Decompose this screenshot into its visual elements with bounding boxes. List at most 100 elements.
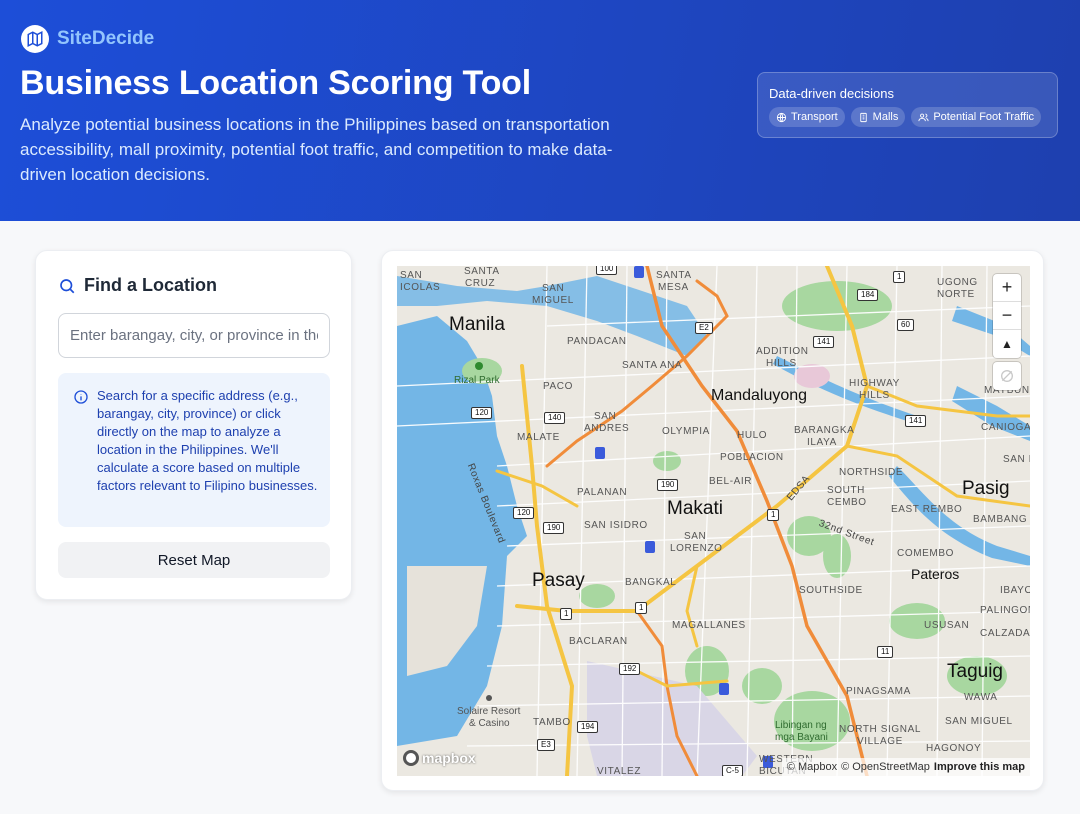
road-shield: 190 — [657, 479, 679, 491]
map-label-small: BAMBANG — [973, 514, 1028, 525]
mapbox-logo[interactable]: mapbox — [403, 750, 476, 766]
map-label-small: ANDRES — [584, 423, 630, 434]
map-label-small: WAWA — [964, 692, 998, 703]
road-shield: 120 — [471, 407, 493, 419]
find-location-panel: Find a Location Search for a specific ad… — [35, 250, 352, 600]
info-box: Search for a specific address (e.g., bar… — [58, 373, 330, 527]
map-label-small: HILLS — [766, 358, 797, 369]
map-label-small: EAST REMBO — [891, 504, 963, 515]
map-logo-icon — [21, 25, 49, 53]
road-shield: 140 — [544, 412, 566, 424]
map-label-small: SANTA — [656, 270, 692, 281]
road-shield: 190 — [543, 522, 565, 534]
road-shield: E3 — [537, 739, 555, 751]
road-shield: 100 — [596, 266, 618, 275]
map-label-pateros: Pateros — [911, 566, 960, 582]
map-label-makati: Makati — [667, 498, 723, 519]
map-label-small: HIGHWAY — [849, 378, 900, 389]
zoom-controls: + − ▲ — [993, 274, 1021, 358]
map-card: Manila Makati Pasay Mandaluyong Pasig Ta… — [381, 250, 1044, 791]
map-label-small: NORTH SIGNAL — [839, 724, 922, 735]
road-shield: 141 — [905, 415, 927, 427]
map-label-small: CRUZ — [465, 278, 496, 289]
road-shield: 1 — [560, 608, 573, 620]
map-label-pasay: Pasay — [532, 570, 585, 591]
map-label-small: PALANAN — [577, 487, 628, 498]
road-shield: 192 — [619, 663, 641, 675]
map-label-small: SAN — [542, 283, 565, 294]
map-label-small: SOUTHSIDE — [799, 585, 863, 596]
road-shield: 141 — [813, 336, 835, 348]
map-label-small: SAN MIGUEL — [945, 716, 1013, 727]
chip-label: Malls — [872, 111, 899, 123]
map-label-small: MALATE — [517, 432, 560, 443]
road-shield: 1 — [635, 602, 648, 614]
road-shield: 60 — [897, 319, 914, 331]
zoom-out-button[interactable]: − — [993, 302, 1021, 330]
info-icon — [74, 390, 88, 404]
geolocate-icon — [1001, 370, 1013, 382]
map-label-poi: Solaire Resort — [457, 706, 521, 717]
chip-label: Potential Foot Traffic — [933, 111, 1035, 123]
zoom-in-button[interactable]: + — [993, 274, 1021, 302]
map-label-small: OLYMPIA — [662, 426, 710, 437]
attribution-mapbox-link[interactable]: © Mapbox — [787, 761, 837, 773]
map-label-small: BEL-AIR — [709, 476, 753, 487]
map-label-small: USUSAN — [924, 620, 970, 631]
map-label-small: HULO — [737, 430, 768, 441]
map-label-poi: & Casino — [469, 718, 510, 729]
improve-map-link[interactable]: Improve this map — [934, 761, 1025, 773]
map-label-small: COMEMBO — [897, 548, 954, 559]
map-label-park: mga Bayani — [775, 732, 828, 743]
map-label-small: HAGONOY — [926, 743, 982, 754]
building-icon — [859, 112, 867, 122]
map-label-small: CANIOGAN — [981, 422, 1030, 433]
road-shield: 194 — [577, 721, 599, 733]
attribution-osm-link[interactable]: © OpenStreetMap — [841, 761, 930, 773]
brand-name: SiteDecide — [57, 28, 155, 49]
brand[interactable]: SiteDecide — [21, 25, 154, 53]
info-text: Search for a specific address (e.g., bar… — [97, 388, 318, 493]
road-shield: C-5 — [722, 765, 743, 776]
map-label-small: PACO — [543, 381, 573, 392]
map-label-small: BACLARAN — [569, 636, 628, 647]
location-search-input[interactable] — [58, 313, 330, 358]
map-label-small: MIGUEL — [532, 295, 574, 306]
map-label-small: PALINGON — [980, 605, 1030, 616]
compass-button[interactable]: ▲ — [993, 330, 1021, 358]
mapbox-wordmark: mapbox — [422, 750, 476, 766]
road-shield: 1 — [893, 271, 906, 283]
map-label-mandaluyong: Mandaluyong — [711, 387, 808, 404]
map-label-small: MAGALLANES — [672, 620, 746, 631]
map-label-small: SAN ISIDRO — [584, 520, 648, 531]
map-label-small: NORTHSIDE — [839, 467, 904, 478]
map-label-small: NORTE — [937, 289, 975, 300]
panel-title: Find a Location — [84, 275, 217, 295]
map-label-small: SAN — [684, 531, 707, 542]
hero-banner: SiteDecide Business Location Scoring Too… — [0, 0, 1080, 221]
chip-transport: Transport — [769, 107, 845, 127]
map-label-small: UGONG — [937, 277, 978, 288]
road-shield: 1 — [767, 509, 780, 521]
map-label-taguig: Taguig — [947, 661, 1003, 682]
map-label-manila: Manila — [449, 314, 505, 335]
map-label-small: BARANGKA — [794, 425, 855, 436]
chip-label: Transport — [791, 111, 838, 123]
page-title: Business Location Scoring Tool — [20, 64, 531, 102]
interactive-map[interactable]: Manila Makati Pasay Mandaluyong Pasig Ta… — [397, 266, 1030, 776]
geolocate-button[interactable] — [993, 362, 1021, 390]
map-label-small: BANGKAL — [625, 577, 677, 588]
map-label-small: ADDITION — [756, 346, 809, 357]
map-label-small: PANDACAN — [567, 336, 627, 347]
road-shield: 11 — [877, 646, 894, 658]
map-label-park: Libingan ng — [775, 720, 827, 731]
road-shield: 184 — [857, 289, 879, 301]
map-label-small: VILLAGE — [857, 736, 903, 747]
map-label-small: SANTA — [464, 266, 500, 277]
reset-map-button[interactable]: Reset Map — [58, 542, 330, 578]
map-label-small: PINAGSAMA — [846, 686, 911, 697]
map-label-small: TAMBO — [533, 717, 571, 728]
data-driven-badge: Data-driven decisions Transport Malls Po… — [757, 72, 1058, 138]
map-label-small: CALZADA — [980, 628, 1030, 639]
badge-title: Data-driven decisions — [769, 86, 895, 101]
